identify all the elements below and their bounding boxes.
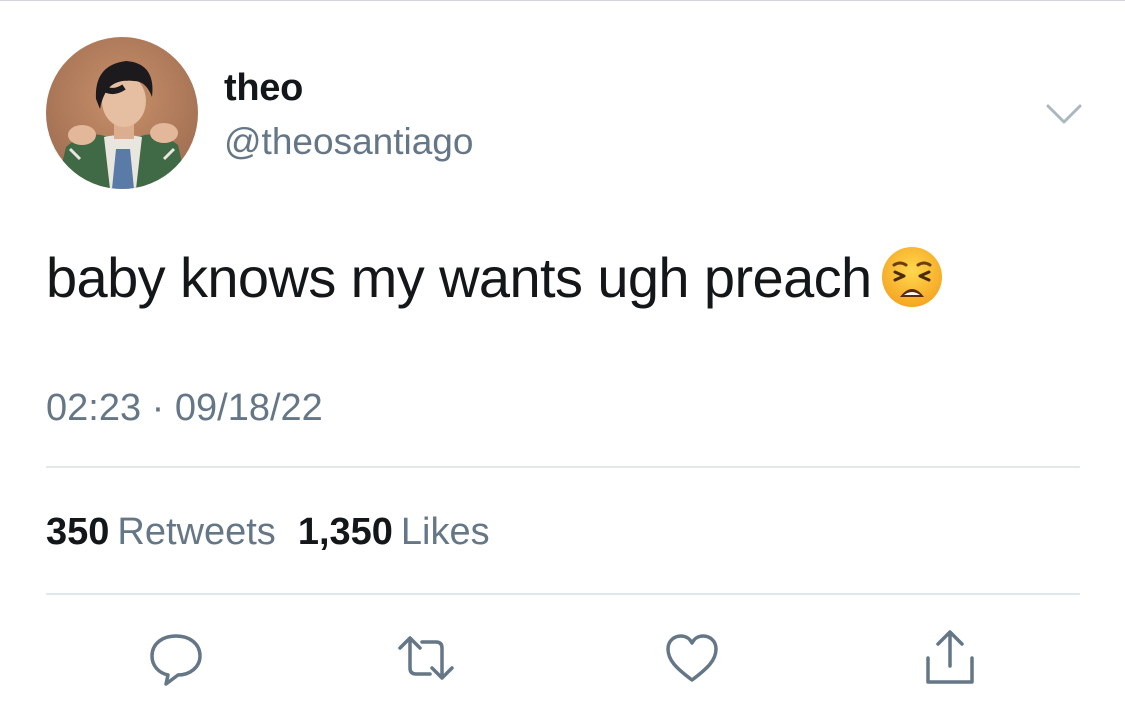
like-button[interactable] <box>662 628 722 688</box>
likes-count: 1,350 <box>297 511 393 553</box>
share-button[interactable] <box>920 628 980 688</box>
reply-icon <box>150 634 202 686</box>
likes-stat[interactable]: 1,350 Likes <box>298 511 490 553</box>
display-name[interactable]: theo <box>224 64 303 112</box>
weary-face-emoji-icon <box>880 245 944 309</box>
retweet-icon <box>398 636 454 680</box>
meta-separator: · <box>151 387 165 429</box>
tweet-time: 02:23 <box>46 387 142 429</box>
user-handle[interactable]: @theosantiago <box>224 118 473 166</box>
chevron-down-icon[interactable] <box>1044 100 1084 128</box>
retweet-button[interactable] <box>396 628 456 688</box>
divider <box>46 593 1080 595</box>
tweet-date: 09/18/22 <box>174 387 323 429</box>
avatar[interactable] <box>46 37 198 189</box>
retweets-label: Retweets <box>117 511 276 553</box>
retweets-stat[interactable]: 350 Retweets <box>46 511 276 553</box>
share-icon <box>926 630 974 684</box>
engagement-stats: 350 Retweets 1,350 Likes <box>46 508 490 556</box>
tweet-body: baby knows my wants ugh preach <box>46 246 872 309</box>
divider <box>46 466 1080 468</box>
heart-icon <box>666 634 718 682</box>
tweet-text: baby knows my wants ugh preach <box>46 244 944 312</box>
top-divider <box>0 0 1125 1</box>
tweet-timestamp: 02:23 · 09/18/22 <box>46 384 323 432</box>
likes-label: Likes <box>400 511 490 553</box>
retweets-count: 350 <box>46 511 110 553</box>
reply-button[interactable] <box>146 628 206 688</box>
